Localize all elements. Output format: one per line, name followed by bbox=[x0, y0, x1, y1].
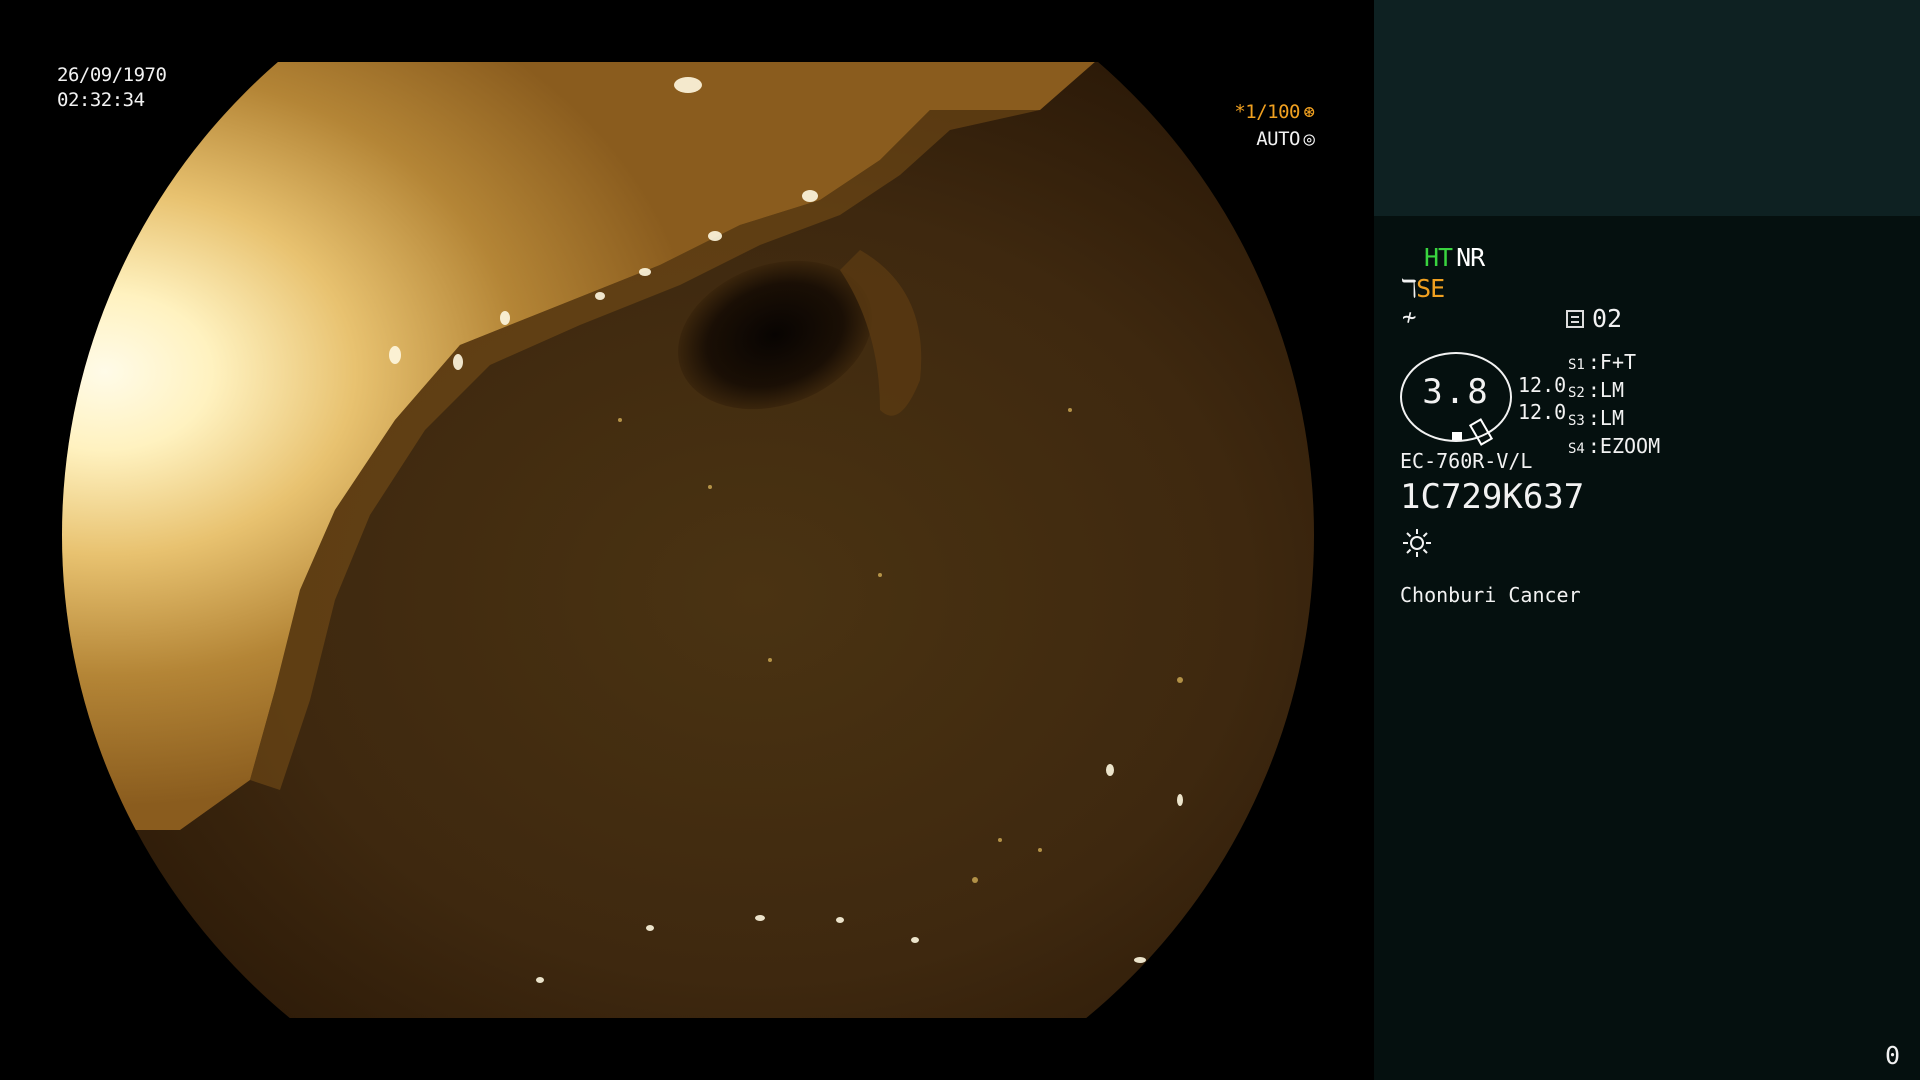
date-text: 26/09/1970 bbox=[57, 64, 167, 86]
shutter-icon: ⊛ bbox=[1303, 101, 1315, 123]
timestamp: 26/09/1970 02:32:34 bbox=[57, 63, 167, 113]
gauge-tilt-icon bbox=[1468, 418, 1494, 446]
ht-indicator: HT bbox=[1424, 243, 1453, 272]
setting-row: S1:F+T bbox=[1568, 350, 1637, 374]
iris-icon: ◎ bbox=[1303, 128, 1315, 150]
endoscope-video-area: 26/09/1970 02:32:34 *1/100 ⊛ AUTO ◎ bbox=[0, 0, 1374, 1080]
nr-indicator: NR bbox=[1456, 243, 1485, 272]
image-mode-row: HT NR bbox=[1424, 243, 1485, 272]
frame-counter: 0 bbox=[1884, 1041, 1900, 1070]
gauge-upper-value: 12.0 bbox=[1518, 373, 1567, 397]
scope-curve-icon: ≁ bbox=[1402, 303, 1417, 331]
setting-row: S2:LM bbox=[1568, 378, 1624, 402]
hospital-name: Chonburi Cancer bbox=[1400, 583, 1581, 607]
setting-key: S3 bbox=[1568, 413, 1585, 429]
gauge-lower-value: 12.0 bbox=[1518, 400, 1567, 424]
info-panel: HT NR ℸSE ≁ 02 3.8 12.0 12.0 S1:F+T S2:LM… bbox=[1374, 0, 1920, 1080]
light-source-icon bbox=[1403, 529, 1431, 557]
shutter-speed-row: *1/100 ⊛ bbox=[1234, 99, 1318, 126]
setting-row: S4:EZOOM bbox=[1568, 434, 1661, 458]
setting-value: F+T bbox=[1599, 350, 1637, 374]
gauge-values: 12.0 12.0 bbox=[1518, 372, 1566, 426]
gauge-value: 3.8 bbox=[1422, 372, 1490, 412]
scope-angle-icon: ℸ bbox=[1401, 274, 1417, 303]
se-row: ℸSE bbox=[1401, 274, 1445, 303]
setting-row: S3:LM bbox=[1568, 406, 1624, 430]
setting-key: S1 bbox=[1568, 357, 1585, 373]
memory-row: 02 bbox=[1566, 304, 1622, 333]
memory-icon bbox=[1566, 310, 1584, 328]
endoscopy-screen: 26/09/1970 02:32:34 *1/100 ⊛ AUTO ◎ HT NR ℸ… bbox=[0, 0, 1920, 1080]
scope-model: EC-760R-V/L bbox=[1400, 449, 1533, 473]
se-indicator: SE bbox=[1416, 274, 1445, 303]
scope-serial-number: 1C729K637 bbox=[1400, 477, 1585, 517]
enhancement-gauge: 3.8 bbox=[1400, 352, 1512, 446]
time-text: 02:32:34 bbox=[57, 89, 145, 111]
iris-mode-text: AUTO bbox=[1256, 128, 1300, 150]
patient-info-area bbox=[1374, 0, 1920, 216]
gauge-marker bbox=[1452, 432, 1462, 440]
switch-settings-list: S1:F+T S2:LM S3:LM S4:EZOOM bbox=[1568, 350, 1660, 462]
shutter-speed-text: *1/100 bbox=[1234, 101, 1300, 123]
setting-key: S2 bbox=[1568, 385, 1585, 401]
iris-mode-row: AUTO ◎ bbox=[1234, 126, 1318, 153]
endoscope-image bbox=[62, 62, 1314, 1018]
setting-key: S4 bbox=[1568, 441, 1585, 457]
exposure-settings: *1/100 ⊛ AUTO ◎ bbox=[1234, 99, 1318, 153]
setting-value: LM bbox=[1599, 406, 1624, 430]
setting-value: LM bbox=[1599, 378, 1624, 402]
memory-value: 02 bbox=[1592, 304, 1623, 333]
setting-value: EZOOM bbox=[1599, 434, 1661, 458]
